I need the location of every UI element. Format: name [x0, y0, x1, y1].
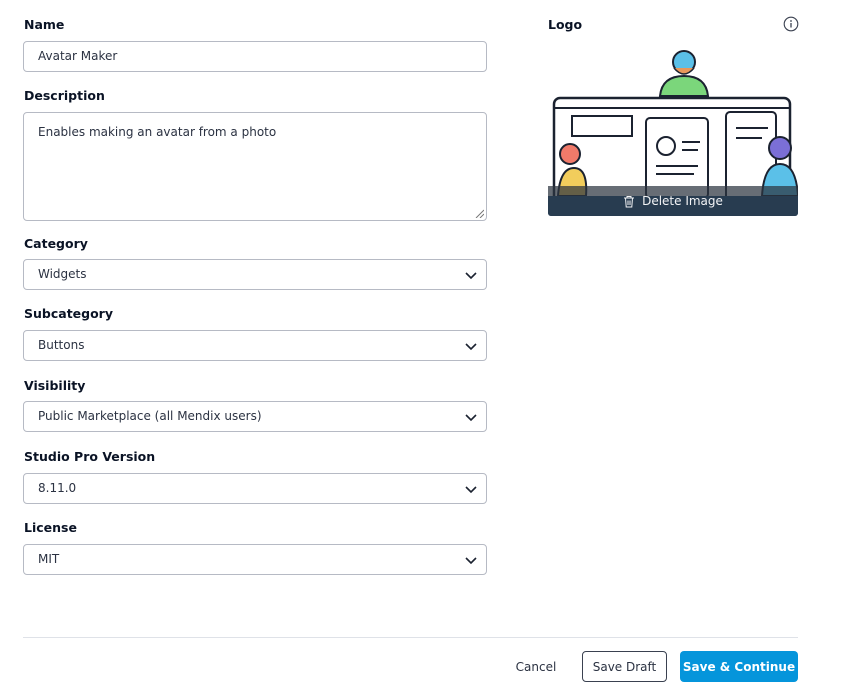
- save-continue-button[interactable]: Save & Continue: [680, 651, 798, 682]
- visibility-label: Visibility: [24, 378, 86, 393]
- chevron-down-icon: [465, 557, 477, 565]
- footer-divider: [23, 637, 798, 638]
- chevron-down-icon: [465, 414, 477, 422]
- license-label: License: [24, 520, 77, 535]
- subcategory-value: Buttons: [38, 338, 85, 352]
- studio-pro-version-value: 8.11.0: [38, 481, 77, 495]
- chevron-down-icon: [465, 343, 477, 351]
- category-label: Category: [24, 236, 88, 251]
- subcategory-select[interactable]: Buttons: [23, 330, 487, 361]
- visibility-value: Public Marketplace (all Mendix users): [38, 409, 262, 423]
- save-draft-button[interactable]: Save Draft: [582, 651, 667, 682]
- description-value: Enables making an avatar from a photo: [38, 125, 277, 139]
- description-textarea[interactable]: Enables making an avatar from a photo: [23, 112, 487, 221]
- chevron-down-icon: [465, 486, 477, 494]
- info-icon[interactable]: [783, 16, 799, 32]
- category-value: Widgets: [38, 267, 87, 281]
- description-label: Description: [24, 88, 105, 103]
- logo-label: Logo: [548, 17, 583, 32]
- license-select[interactable]: MIT: [23, 544, 487, 575]
- name-value: Avatar Maker: [38, 49, 118, 63]
- delete-image-button[interactable]: Delete Image: [548, 186, 798, 216]
- studio-pro-version-label: Studio Pro Version: [24, 449, 156, 464]
- resize-handle-icon[interactable]: [475, 209, 484, 218]
- name-label: Name: [24, 17, 65, 32]
- studio-pro-version-select[interactable]: 8.11.0: [23, 473, 487, 504]
- category-select[interactable]: Widgets: [23, 259, 487, 290]
- logo-image: Delete Image: [548, 46, 798, 216]
- chevron-down-icon: [465, 272, 477, 280]
- name-input[interactable]: Avatar Maker: [23, 41, 487, 72]
- cancel-button[interactable]: Cancel: [508, 651, 564, 682]
- license-value: MIT: [38, 552, 60, 566]
- delete-image-label: Delete Image: [642, 194, 723, 208]
- trash-icon: [624, 195, 635, 207]
- subcategory-label: Subcategory: [24, 306, 113, 321]
- visibility-select[interactable]: Public Marketplace (all Mendix users): [23, 401, 487, 432]
